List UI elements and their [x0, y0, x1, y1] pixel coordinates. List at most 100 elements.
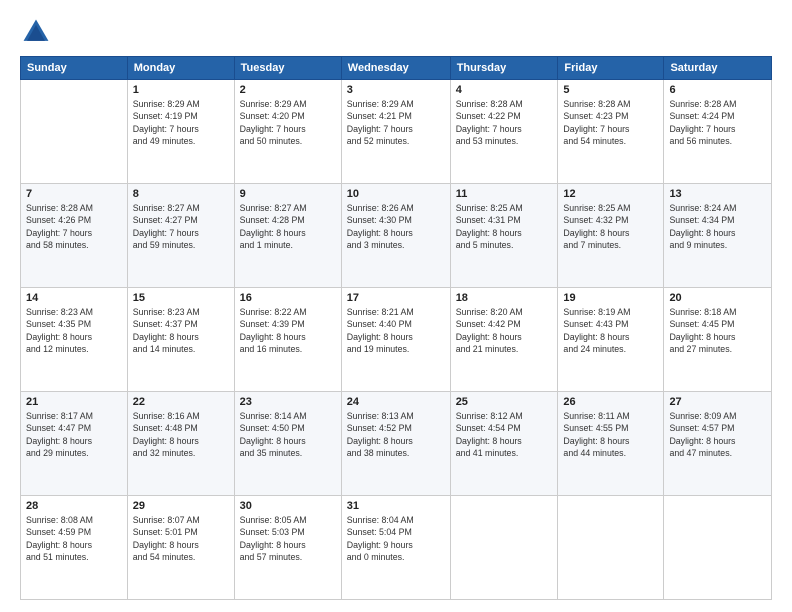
calendar-cell: 17 Sunrise: 8:21 AM Sunset: 4:40 PM Dayli… — [341, 288, 450, 392]
weekday-header-sunday: Sunday — [21, 57, 128, 80]
calendar-cell: 1 Sunrise: 8:29 AM Sunset: 4:19 PM Daylig… — [127, 80, 234, 184]
day-info: Sunrise: 8:18 AM Sunset: 4:45 PM Dayligh… — [669, 306, 766, 355]
calendar-cell: 5 Sunrise: 8:28 AM Sunset: 4:23 PM Daylig… — [558, 80, 664, 184]
week-row-2: 7 Sunrise: 8:28 AM Sunset: 4:26 PM Daylig… — [21, 184, 772, 288]
calendar-cell: 22Sunrise: 8:16 AM Sunset: 4:48 PM Dayli… — [127, 392, 234, 496]
day-number: 17 — [347, 292, 445, 304]
day-number: 8 — [133, 188, 229, 200]
calendar-cell: 31 Sunrise: 8:04 AM Sunset: 5:04 PM Dayli… — [341, 496, 450, 600]
weekday-header-wednesday: Wednesday — [341, 57, 450, 80]
day-info: Sunrise: 8:29 AM Sunset: 4:21 PM Dayligh… — [347, 98, 445, 147]
day-number: 1 — [133, 84, 229, 96]
calendar-cell: 13Sunrise: 8:24 AM Sunset: 4:34 PM Dayli… — [664, 184, 772, 288]
calendar-cell: 11 Sunrise: 8:25 AM Sunset: 4:31 PM Dayli… — [450, 184, 558, 288]
day-number: 12 — [563, 188, 658, 200]
day-info: Sunrise: 8:20 AM Sunset: 4:42 PM Dayligh… — [456, 306, 553, 355]
day-number: 30 — [240, 500, 336, 512]
day-info: Sunrise: 8:12 AM Sunset: 4:54 PM Dayligh… — [456, 410, 553, 459]
calendar-cell: 18 Sunrise: 8:20 AM Sunset: 4:42 PM Dayli… — [450, 288, 558, 392]
day-number: 16 — [240, 292, 336, 304]
logo — [20, 16, 56, 48]
calendar-cell: 19 Sunrise: 8:19 AM Sunset: 4:43 PM Dayli… — [558, 288, 664, 392]
logo-icon — [20, 16, 52, 48]
calendar-cell: 15 Sunrise: 8:23 AM Sunset: 4:37 PM Dayli… — [127, 288, 234, 392]
calendar-cell: 9 Sunrise: 8:27 AM Sunset: 4:28 PM Daylig… — [234, 184, 341, 288]
day-info: Sunrise: 8:04 AM Sunset: 5:04 PM Dayligh… — [347, 514, 445, 563]
calendar-cell: 16Sunrise: 8:22 AM Sunset: 4:39 PM Dayli… — [234, 288, 341, 392]
day-number: 5 — [563, 84, 658, 96]
day-info: Sunrise: 8:26 AM Sunset: 4:30 PM Dayligh… — [347, 202, 445, 251]
day-number: 31 — [347, 500, 445, 512]
day-info: Sunrise: 8:21 AM Sunset: 4:40 PM Dayligh… — [347, 306, 445, 355]
day-number: 4 — [456, 84, 553, 96]
day-number: 3 — [347, 84, 445, 96]
calendar-table: SundayMondayTuesdayWednesdayThursdayFrid… — [20, 56, 772, 600]
day-number: 15 — [133, 292, 229, 304]
weekday-header-monday: Monday — [127, 57, 234, 80]
day-number: 11 — [456, 188, 553, 200]
calendar-cell: 25 Sunrise: 8:12 AM Sunset: 4:54 PM Dayli… — [450, 392, 558, 496]
calendar-cell: 7 Sunrise: 8:28 AM Sunset: 4:26 PM Daylig… — [21, 184, 128, 288]
day-info: Sunrise: 8:09 AM Sunset: 4:57 PM Dayligh… — [669, 410, 766, 459]
calendar-cell: 20 Sunrise: 8:18 AM Sunset: 4:45 PM Dayli… — [664, 288, 772, 392]
day-info: Sunrise: 8:27 AM Sunset: 4:28 PM Dayligh… — [240, 202, 336, 251]
calendar-cell: 4 Sunrise: 8:28 AM Sunset: 4:22 PM Daylig… — [450, 80, 558, 184]
day-info: Sunrise: 8:11 AM Sunset: 4:55 PM Dayligh… — [563, 410, 658, 459]
day-number: 18 — [456, 292, 553, 304]
week-row-3: 14 Sunrise: 8:23 AM Sunset: 4:35 PM Dayli… — [21, 288, 772, 392]
day-info: Sunrise: 8:25 AM Sunset: 4:32 PM Dayligh… — [563, 202, 658, 251]
day-number: 25 — [456, 396, 553, 408]
day-info: Sunrise: 8:28 AM Sunset: 4:22 PM Dayligh… — [456, 98, 553, 147]
calendar-cell — [21, 80, 128, 184]
day-number: 6 — [669, 84, 766, 96]
day-info: Sunrise: 8:19 AM Sunset: 4:43 PM Dayligh… — [563, 306, 658, 355]
day-number: 7 — [26, 188, 122, 200]
calendar-cell: 10 Sunrise: 8:26 AM Sunset: 4:30 PM Dayli… — [341, 184, 450, 288]
calendar-cell: 26 Sunrise: 8:11 AM Sunset: 4:55 PM Dayli… — [558, 392, 664, 496]
header — [20, 16, 772, 48]
day-info: Sunrise: 8:05 AM Sunset: 5:03 PM Dayligh… — [240, 514, 336, 563]
day-info: Sunrise: 8:27 AM Sunset: 4:27 PM Dayligh… — [133, 202, 229, 251]
day-info: Sunrise: 8:28 AM Sunset: 4:24 PM Dayligh… — [669, 98, 766, 147]
day-info: Sunrise: 8:28 AM Sunset: 4:23 PM Dayligh… — [563, 98, 658, 147]
day-number: 19 — [563, 292, 658, 304]
calendar-cell — [558, 496, 664, 600]
day-info: Sunrise: 8:14 AM Sunset: 4:50 PM Dayligh… — [240, 410, 336, 459]
day-number: 20 — [669, 292, 766, 304]
calendar-cell — [664, 496, 772, 600]
calendar-cell: 12 Sunrise: 8:25 AM Sunset: 4:32 PM Dayli… — [558, 184, 664, 288]
day-info: Sunrise: 8:23 AM Sunset: 4:37 PM Dayligh… — [133, 306, 229, 355]
day-info: Sunrise: 8:23 AM Sunset: 4:35 PM Dayligh… — [26, 306, 122, 355]
weekday-header-row: SundayMondayTuesdayWednesdayThursdayFrid… — [21, 57, 772, 80]
calendar-cell: 8 Sunrise: 8:27 AM Sunset: 4:27 PM Daylig… — [127, 184, 234, 288]
day-number: 9 — [240, 188, 336, 200]
calendar-cell: 29Sunrise: 8:07 AM Sunset: 5:01 PM Dayli… — [127, 496, 234, 600]
calendar-cell: 28Sunrise: 8:08 AM Sunset: 4:59 PM Dayli… — [21, 496, 128, 600]
calendar-cell: 2Sunrise: 8:29 AM Sunset: 4:20 PM Daylig… — [234, 80, 341, 184]
week-row-4: 21Sunrise: 8:17 AM Sunset: 4:47 PM Dayli… — [21, 392, 772, 496]
day-number: 24 — [347, 396, 445, 408]
day-number: 26 — [563, 396, 658, 408]
day-info: Sunrise: 8:17 AM Sunset: 4:47 PM Dayligh… — [26, 410, 122, 459]
weekday-header-friday: Friday — [558, 57, 664, 80]
calendar-cell: 30 Sunrise: 8:05 AM Sunset: 5:03 PM Dayli… — [234, 496, 341, 600]
week-row-1: 1 Sunrise: 8:29 AM Sunset: 4:19 PM Daylig… — [21, 80, 772, 184]
calendar-cell: 27 Sunrise: 8:09 AM Sunset: 4:57 PM Dayli… — [664, 392, 772, 496]
calendar-cell: 23Sunrise: 8:14 AM Sunset: 4:50 PM Dayli… — [234, 392, 341, 496]
week-row-5: 28Sunrise: 8:08 AM Sunset: 4:59 PM Dayli… — [21, 496, 772, 600]
weekday-header-tuesday: Tuesday — [234, 57, 341, 80]
calendar-cell: 6 Sunrise: 8:28 AM Sunset: 4:24 PM Daylig… — [664, 80, 772, 184]
day-info: Sunrise: 8:25 AM Sunset: 4:31 PM Dayligh… — [456, 202, 553, 251]
day-info: Sunrise: 8:29 AM Sunset: 4:19 PM Dayligh… — [133, 98, 229, 147]
day-number: 14 — [26, 292, 122, 304]
day-number: 10 — [347, 188, 445, 200]
calendar-cell: 14 Sunrise: 8:23 AM Sunset: 4:35 PM Dayli… — [21, 288, 128, 392]
day-number: 22 — [133, 396, 229, 408]
day-info: Sunrise: 8:28 AM Sunset: 4:26 PM Dayligh… — [26, 202, 122, 251]
day-info: Sunrise: 8:13 AM Sunset: 4:52 PM Dayligh… — [347, 410, 445, 459]
day-number: 27 — [669, 396, 766, 408]
day-info: Sunrise: 8:08 AM Sunset: 4:59 PM Dayligh… — [26, 514, 122, 563]
weekday-header-thursday: Thursday — [450, 57, 558, 80]
day-number: 29 — [133, 500, 229, 512]
calendar-cell: 21Sunrise: 8:17 AM Sunset: 4:47 PM Dayli… — [21, 392, 128, 496]
